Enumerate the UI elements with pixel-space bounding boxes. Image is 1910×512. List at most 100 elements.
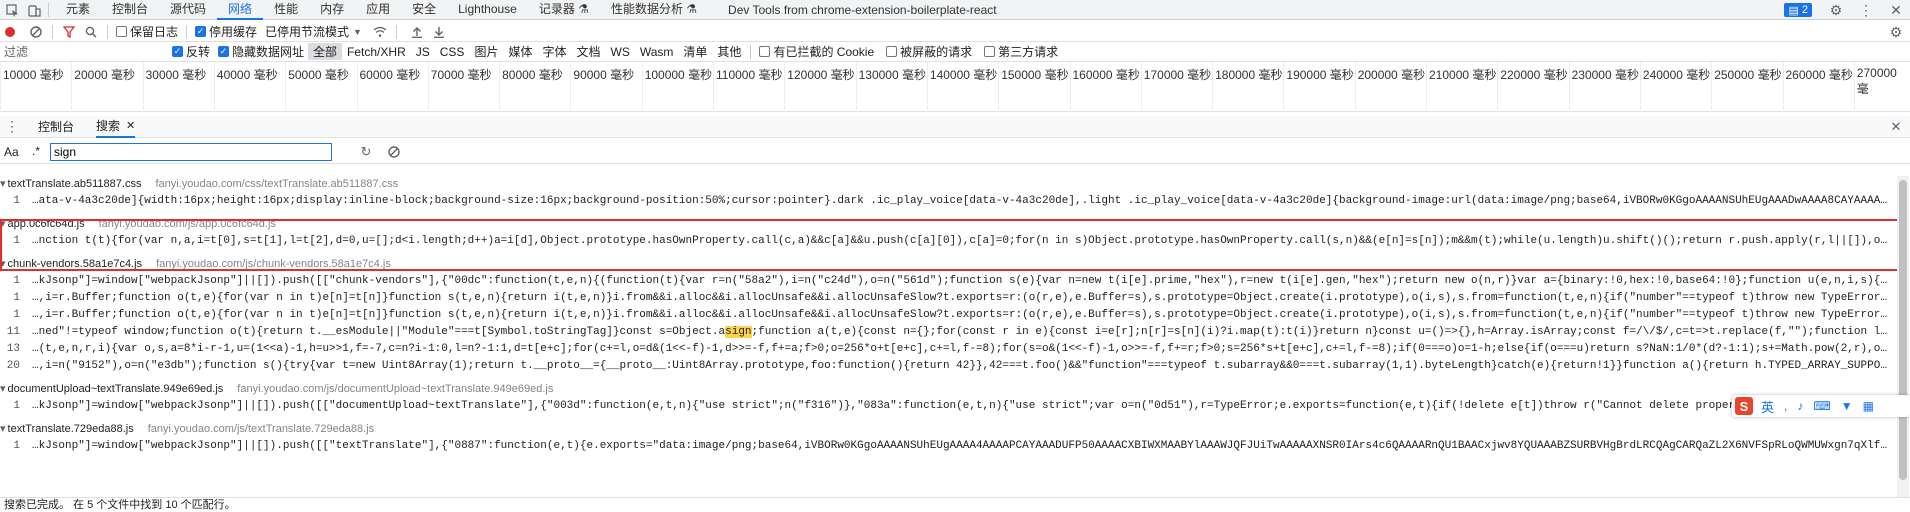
panel-tab[interactable]: 控制台 xyxy=(101,0,159,20)
regex-toggle[interactable]: .* xyxy=(32,144,40,158)
result-match-line[interactable]: 1 …kJsonp"]=window["webpackJsonp"]||[]).p… xyxy=(0,398,1893,415)
refresh-icon[interactable]: ↻ xyxy=(358,144,374,160)
panel-tab[interactable]: 元素 xyxy=(55,0,101,20)
ime-logo: S xyxy=(1735,397,1753,415)
type-filter[interactable]: 图片 xyxy=(469,43,503,60)
ime-skin-icon[interactable]: ▼ xyxy=(1841,399,1853,413)
blocked-requests-checkbox[interactable] xyxy=(886,46,898,57)
preserve-log-checkbox[interactable] xyxy=(116,26,127,37)
line-number: 1 xyxy=(13,292,20,304)
close-tab-icon[interactable]: ✕ xyxy=(126,119,135,132)
toolbar-divider xyxy=(186,24,188,39)
ime-keyboard-icon[interactable]: ⌨ xyxy=(1813,399,1830,413)
match-code-text: …ned"!=typeof window;function o(t){retur… xyxy=(32,326,726,338)
expand-triangle-icon[interactable]: ▾ xyxy=(0,383,6,395)
ime-language[interactable]: 英 xyxy=(1761,397,1774,416)
filter-input[interactable]: 过滤 xyxy=(0,43,160,60)
network-conditions-icon[interactable] xyxy=(372,24,388,40)
type-filter[interactable]: Wasm xyxy=(635,45,679,59)
search-toolbar: Aa .* ↻ xyxy=(0,140,1910,164)
inspect-element-icon[interactable] xyxy=(4,2,20,18)
panel-tab[interactable]: Lighthouse xyxy=(447,0,528,20)
result-file-name: textTranslate.ab511887.css xyxy=(7,178,142,190)
drawer-menu-icon[interactable]: ⋮ xyxy=(4,118,20,135)
panel-tab[interactable]: 网络 xyxy=(217,0,264,20)
network-settings-gear-icon[interactable]: ⚙ xyxy=(1888,24,1904,40)
type-filter[interactable]: 媒体 xyxy=(503,43,537,60)
match-case-toggle[interactable]: Aa xyxy=(4,145,19,159)
result-match-line[interactable]: 1 …,i=r.Buffer;function o(t,e){for(var n … xyxy=(0,290,1893,307)
type-filter[interactable]: 清单 xyxy=(678,43,712,60)
record-stop-icon[interactable] xyxy=(2,24,18,40)
result-match-line[interactable]: 20 …,i=n("9152"),o=n("e3db");function s()… xyxy=(0,358,1893,375)
ime-punctuation-icon[interactable]: , xyxy=(1784,399,1787,413)
drawer-tab-console[interactable]: 控制台 xyxy=(36,118,76,135)
issues-badge[interactable]: ▤ 2 xyxy=(1784,3,1812,17)
search-icon[interactable] xyxy=(83,24,99,40)
ime-toolbox-icon[interactable]: ▦ xyxy=(1863,399,1874,413)
throttling-select[interactable]: 已停用节流模式 ▼ xyxy=(265,23,362,40)
blocked-cookies-checkbox[interactable] xyxy=(759,46,771,57)
third-party-checkbox[interactable] xyxy=(984,46,996,57)
type-filter[interactable]: Fetch/XHR xyxy=(342,45,411,59)
result-match-line[interactable]: 13 …(t,e,n,r,i){var o,s,a=8*i-r-1,u=(1<<a… xyxy=(0,341,1893,358)
timeline-tick-label: 80000 毫秒 xyxy=(502,68,563,82)
type-filter[interactable]: 字体 xyxy=(537,43,571,60)
close-devtools-icon[interactable]: ✕ xyxy=(1888,2,1904,18)
panel-tab[interactable]: 性能数据分析 ⚗ xyxy=(600,0,708,20)
close-drawer-icon[interactable]: ✕ xyxy=(1888,119,1904,135)
blocked-requests-label: 被屏蔽的请求 xyxy=(900,45,973,59)
type-filter[interactable]: JS xyxy=(411,45,435,59)
timeline-gridline xyxy=(1568,62,1570,112)
filter-icon[interactable] xyxy=(61,24,77,40)
disable-cache-checkbox[interactable]: ✓ xyxy=(195,26,207,37)
timeline-gridline xyxy=(926,62,928,112)
panel-tab[interactable]: 源代码 xyxy=(159,0,217,20)
timeline-gridline xyxy=(784,62,786,112)
hide-data-urls-checkbox[interactable]: ✓ xyxy=(218,46,230,57)
throttling-value: 已停用节流模式 xyxy=(265,25,350,39)
more-options-icon[interactable]: ⋮ xyxy=(1858,2,1874,18)
type-filter[interactable]: CSS xyxy=(435,45,470,59)
expand-triangle-icon[interactable]: ▾ xyxy=(0,423,6,435)
type-filter[interactable]: WS xyxy=(606,45,635,59)
result-match-line[interactable]: 11 …ned"!=typeof window;function o(t){ret… xyxy=(0,324,1893,341)
search-input[interactable] xyxy=(50,143,332,161)
timeline-tick-label: 210000 毫秒 xyxy=(1429,68,1497,82)
result-match-line[interactable]: 1 …ata-v-4a3c20de]{width:16px;height:16px… xyxy=(0,193,1893,210)
result-match-line[interactable]: 1 …kJsonp"]=window["webpackJsonp"]||[]).p… xyxy=(0,273,1893,290)
result-file-header[interactable]: ▾ documentUpload~textTranslate.949e69ed.j… xyxy=(0,381,1893,398)
export-har-icon[interactable] xyxy=(431,24,447,40)
panel-tab[interactable]: 性能 xyxy=(263,0,309,20)
results-scrollbar-thumb[interactable] xyxy=(1899,180,1907,480)
timeline-overview[interactable]: 10000 毫秒 20000 毫秒 30000 毫秒 40000 毫秒 50000 毫秒… xyxy=(0,62,1910,112)
panel-tab[interactable]: 应用 xyxy=(355,0,401,20)
timeline-gridline xyxy=(855,62,857,112)
tabbar-divider xyxy=(48,3,49,17)
result-match-line[interactable]: 1 …,i=r.Buffer;function o(t,e){for(var n … xyxy=(0,307,1893,324)
result-match-line[interactable]: 1 …kJsonp"]=window["webpackJsonp"]||[]).p… xyxy=(0,438,1893,455)
line-number: 13 xyxy=(6,343,20,355)
device-toolbar-icon[interactable] xyxy=(26,2,42,18)
panel-tab[interactable]: 内存 xyxy=(309,0,355,20)
timeline-gridline xyxy=(356,62,358,112)
result-file-header[interactable]: ▾ textTranslate.ab511887.css fanyi.youdao.… xyxy=(0,176,1893,193)
result-file-header[interactable]: ▾ textTranslate.729eda88.js fanyi.youdao.c… xyxy=(0,421,1893,438)
invert-checkbox[interactable]: ✓ xyxy=(172,46,183,57)
import-har-icon[interactable] xyxy=(409,24,425,40)
timeline-tick-label: 250000 毫秒 xyxy=(1714,68,1782,82)
ime-microphone-icon[interactable]: ♪ xyxy=(1797,399,1803,413)
panel-tab[interactable]: 安全 xyxy=(401,0,447,20)
type-filter[interactable]: 文档 xyxy=(571,43,605,60)
type-filter[interactable]: 其他 xyxy=(712,43,746,60)
clear-log-icon[interactable] xyxy=(28,24,44,40)
panel-tab[interactable]: 记录器 ⚗ xyxy=(528,0,600,20)
filter-divider xyxy=(750,44,752,59)
match-code-text: …kJsonp"]=window["webpackJsonp"]||[]).pu… xyxy=(32,440,1893,452)
clear-search-icon[interactable] xyxy=(386,144,402,160)
drawer-tab-search[interactable]: 搜索 ✕ xyxy=(96,116,136,138)
ime-toolbar[interactable]: S 英 , ♪ ⌨ ▼ ▦ xyxy=(1732,395,1910,417)
type-filter[interactable]: 全部 xyxy=(308,43,343,60)
expand-triangle-icon[interactable]: ▾ xyxy=(0,178,6,190)
settings-gear-icon[interactable]: ⚙ xyxy=(1828,2,1844,18)
